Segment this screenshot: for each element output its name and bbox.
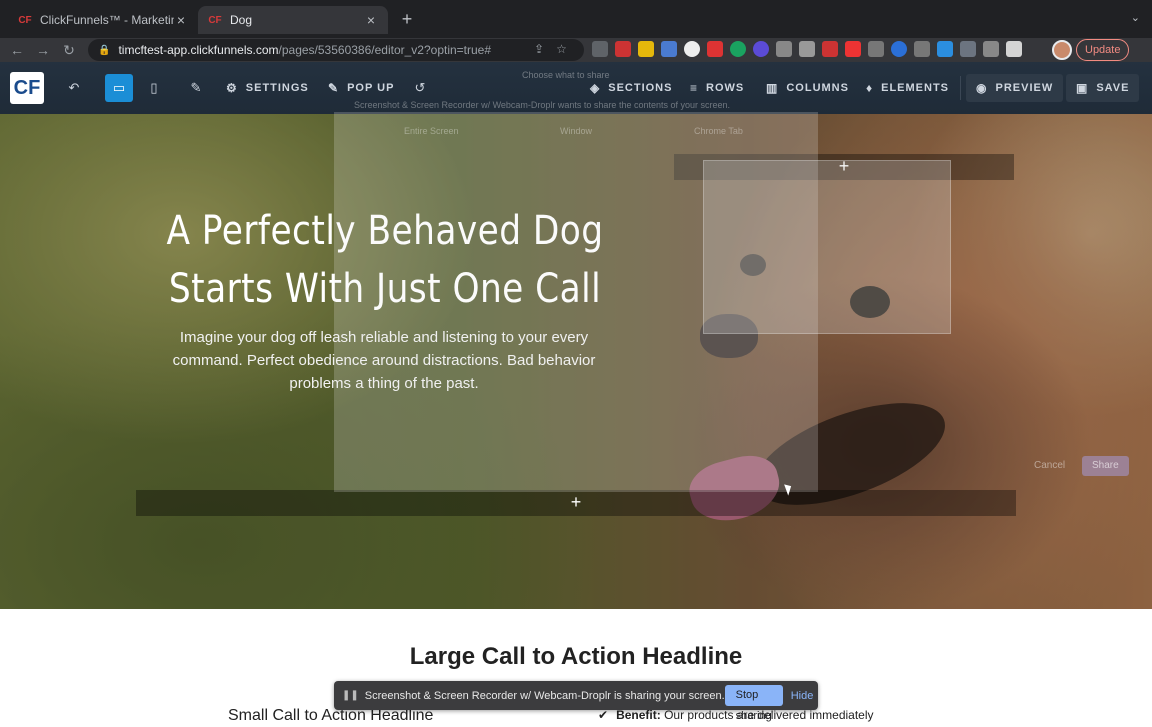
extension-icon[interactable] bbox=[615, 41, 631, 57]
url-host: timcftest-app.clickfunnels.com bbox=[118, 43, 279, 57]
save-label: SAVE bbox=[1096, 82, 1130, 94]
clickfunnels-favicon-icon: CF bbox=[208, 14, 222, 26]
columns-button[interactable]: ▥ COLUMNS bbox=[766, 74, 849, 102]
extension-icon[interactable] bbox=[730, 41, 746, 57]
back-icon[interactable]: ← bbox=[8, 41, 26, 59]
new-tab-icon[interactable]: + bbox=[398, 9, 416, 29]
desktop-view-icon[interactable]: ▭ bbox=[105, 74, 133, 102]
extension-icon[interactable] bbox=[776, 41, 792, 57]
lock-icon: 🔒 bbox=[98, 44, 111, 56]
clickfunnels-favicon-icon: CF bbox=[18, 14, 32, 26]
divider bbox=[960, 76, 961, 100]
plus-icon: + bbox=[570, 492, 582, 512]
eye-icon: ◉ bbox=[976, 81, 988, 95]
tab-clickfunnels[interactable]: CF ClickFunnels™ - Marketing Fun × bbox=[8, 6, 198, 34]
cancel-share-button[interactable]: Cancel bbox=[1024, 456, 1075, 476]
share-tab-chrome-tab[interactable]: Chrome Tab bbox=[694, 126, 743, 136]
tab-title: ClickFunnels™ - Marketing Fun bbox=[40, 13, 174, 27]
profile-avatar[interactable] bbox=[1052, 40, 1072, 60]
extension-icon[interactable] bbox=[937, 41, 953, 57]
extension-icon[interactable] bbox=[638, 41, 654, 57]
extension-icon[interactable] bbox=[960, 41, 976, 57]
save-icon: ▣ bbox=[1076, 81, 1089, 95]
share-tab-entire-screen[interactable]: Entire Screen bbox=[404, 126, 459, 136]
add-row-dropzone[interactable]: + bbox=[136, 490, 1016, 516]
share-button[interactable]: Share bbox=[1082, 456, 1129, 476]
rows-icon: ≡ bbox=[690, 81, 699, 95]
gear-icon: ⚙ bbox=[226, 81, 238, 95]
columns-icon: ▥ bbox=[766, 81, 779, 95]
url-path: /pages/53560386/editor_v2?optin=true# bbox=[278, 43, 492, 57]
tab-dog[interactable]: CF Dog × bbox=[198, 6, 388, 34]
tab-title: Dog bbox=[230, 13, 253, 27]
bookmark-star-icon[interactable]: ☆ bbox=[556, 42, 567, 56]
share-screen-dialog: Choose what to share Screenshot & Screen… bbox=[334, 70, 1129, 492]
extension-icon[interactable] bbox=[707, 41, 723, 57]
elements-label: ELEMENTS bbox=[881, 82, 950, 94]
settings-button[interactable]: ⚙ SETTINGS bbox=[226, 74, 309, 102]
paint-icon[interactable]: ✎ bbox=[182, 74, 210, 102]
clickfunnels-logo[interactable]: CF bbox=[10, 72, 44, 104]
share-page-icon[interactable]: ⇪ bbox=[534, 42, 544, 56]
mobile-view-icon[interactable]: ▯ bbox=[140, 74, 168, 102]
close-tab-icon[interactable]: × bbox=[174, 12, 188, 28]
extension-icon[interactable] bbox=[891, 41, 907, 57]
settings-label: SETTINGS bbox=[245, 82, 309, 94]
pause-icon: ❚❚ bbox=[342, 690, 359, 701]
cta-headline[interactable]: Large Call to Action Headline bbox=[0, 643, 1152, 671]
save-button[interactable]: ▣ SAVE bbox=[1066, 74, 1140, 102]
rows-button[interactable]: ≡ ROWS bbox=[690, 74, 744, 102]
sharing-message: Screenshot & Screen Recorder w/ Webcam-D… bbox=[364, 689, 725, 702]
close-tab-icon[interactable]: × bbox=[364, 12, 378, 28]
extension-icon[interactable] bbox=[822, 41, 838, 57]
extensions-puzzle-icon[interactable] bbox=[1006, 41, 1022, 57]
extension-icon[interactable] bbox=[753, 41, 769, 57]
reload-icon[interactable]: ↻ bbox=[60, 41, 78, 59]
update-button[interactable]: Update bbox=[1076, 39, 1130, 61]
hide-banner-button[interactable]: Hide bbox=[791, 690, 814, 702]
share-dialog-description: Screenshot & Screen Recorder w/ Webcam-D… bbox=[354, 100, 731, 110]
undo-icon[interactable]: ↶ bbox=[60, 74, 88, 102]
preview-button[interactable]: ◉ PREVIEW bbox=[966, 74, 1064, 102]
layers-icon: ◈ bbox=[590, 81, 601, 95]
popup-button[interactable]: ✎ POP UP bbox=[328, 74, 394, 102]
stop-sharing-button[interactable]: Stop sharing bbox=[724, 685, 783, 722]
forward-icon[interactable]: → bbox=[34, 41, 52, 59]
extension-icon[interactable] bbox=[868, 41, 884, 57]
screen-sharing-banner: ❚❚ Screenshot & Screen Recorder w/ Webca… bbox=[334, 681, 818, 722]
popup-label: POP UP bbox=[347, 82, 395, 94]
preview-label: PREVIEW bbox=[995, 82, 1054, 94]
browser-tab-bar: CF ClickFunnels™ - Marketing Fun × CF Do… bbox=[0, 0, 1152, 38]
history-icon[interactable]: ↺ bbox=[406, 74, 434, 102]
sections-label: SECTIONS bbox=[608, 82, 673, 94]
tab-list-chevron-icon[interactable]: ⌄ bbox=[1131, 11, 1140, 24]
rows-label: ROWS bbox=[706, 82, 745, 94]
screen-preview-thumbnail[interactable] bbox=[703, 160, 951, 334]
extension-icon[interactable] bbox=[592, 41, 608, 57]
share-tab-window[interactable]: Window bbox=[560, 126, 592, 136]
columns-label: COLUMNS bbox=[786, 82, 849, 94]
extensions-area bbox=[592, 41, 1022, 57]
elements-icon: ♦ bbox=[866, 81, 874, 95]
extension-icon[interactable] bbox=[661, 41, 677, 57]
elements-button[interactable]: ♦ ELEMENTS bbox=[866, 74, 949, 102]
url-input[interactable]: 🔒 timcftest-app.clickfunnels.com/pages/5… bbox=[88, 39, 584, 61]
extension-icon[interactable] bbox=[914, 41, 930, 57]
extension-icon[interactable] bbox=[684, 41, 700, 57]
address-bar-row: ← → ↻ 🔒 timcftest-app.clickfunnels.com/p… bbox=[0, 38, 1152, 62]
share-dialog-title: Choose what to share bbox=[522, 70, 610, 80]
extension-icon[interactable] bbox=[799, 41, 815, 57]
edit-icon: ✎ bbox=[328, 81, 340, 95]
extension-icon[interactable] bbox=[983, 41, 999, 57]
extension-icon[interactable] bbox=[845, 41, 861, 57]
